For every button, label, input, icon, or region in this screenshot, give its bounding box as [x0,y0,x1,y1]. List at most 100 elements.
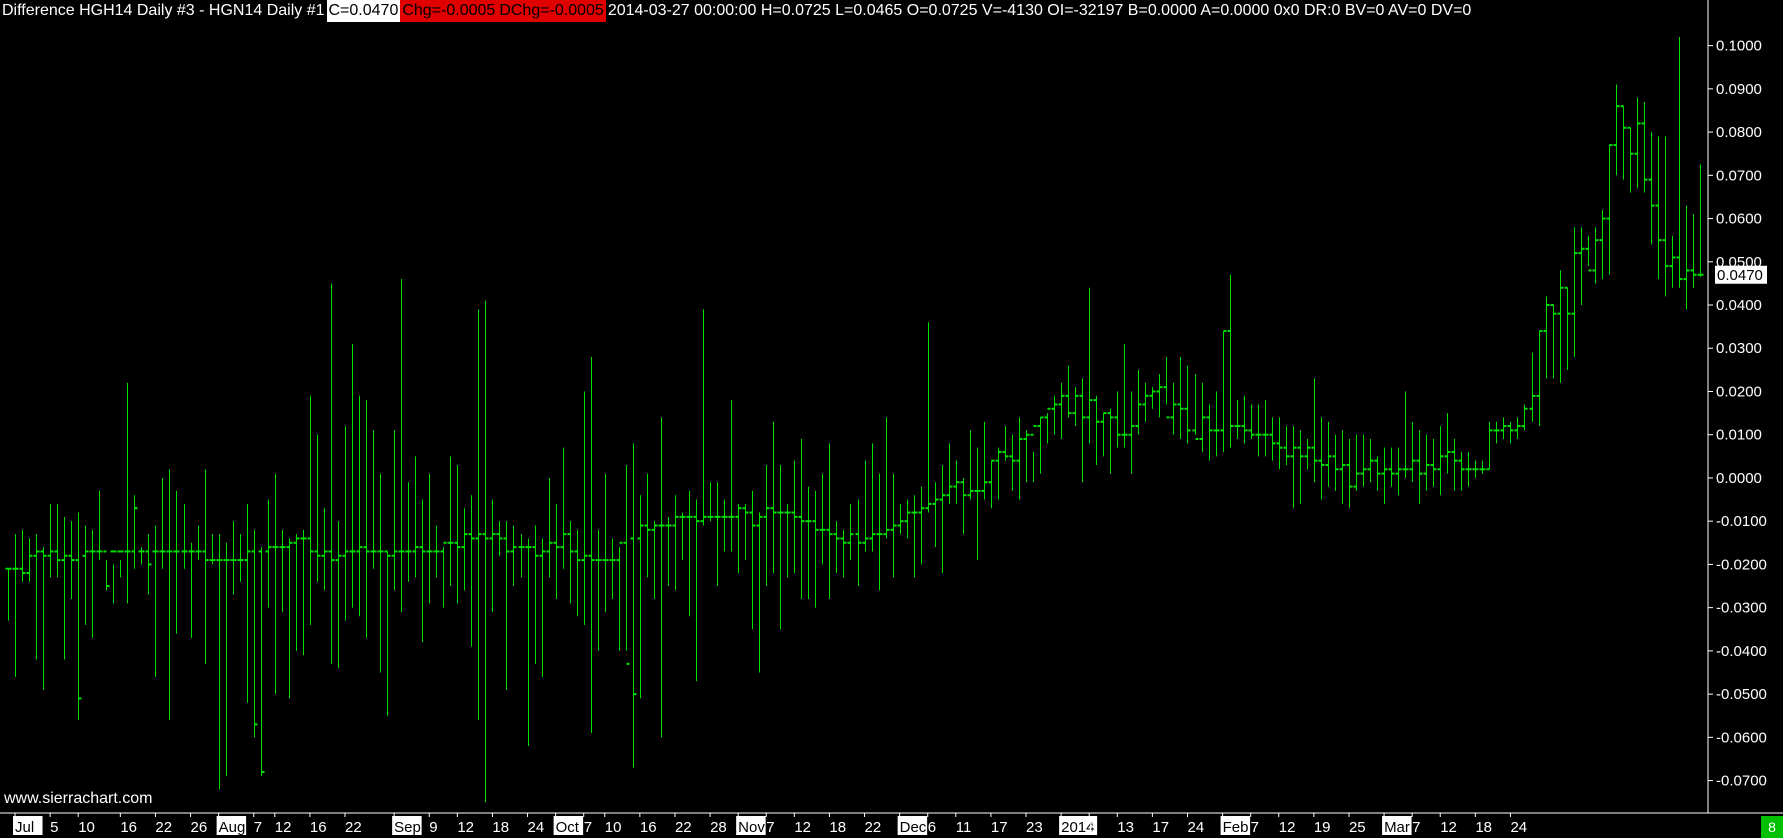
ohlc-bar [756,512,763,673]
ohlc-bar [819,473,826,565]
ohlc-bar [658,417,665,738]
ohlc-bar [1697,164,1704,277]
y-tick-label: 0.1000 [1716,38,1762,55]
ohlc-bar [967,430,974,500]
ohlc-bar [1578,227,1585,306]
y-tick-label: 0.0000 [1716,470,1762,487]
price-chart[interactable]: 0.10000.09000.08000.07000.06000.05000.04… [0,0,1783,838]
x-tick-label: 10 [78,819,95,836]
ohlc-bar [223,542,230,777]
ohlc-bar [567,521,574,604]
ohlc-bar [869,443,876,552]
ohlc-bar [412,456,419,578]
ohlc-bar [1571,227,1578,357]
x-tick-label: 24 [1187,819,1204,836]
ohlc-bar [475,309,482,721]
ohlc-bar [707,482,714,522]
ohlc-bar [911,495,918,578]
x-tick-label: 24 [1510,819,1527,836]
ohlc-bar [349,343,356,608]
x-tick-label: 12 [1440,819,1457,836]
ohlc-bar [482,300,489,803]
ohlc-bar [181,503,188,569]
ohlc-bar [293,534,300,651]
ohlc-bar [307,395,314,625]
ohlc-bar [1486,421,1493,471]
ohlc-bar [1121,343,1128,448]
ohlc-bar [1592,227,1599,284]
ohlc-bar [1072,387,1079,427]
ohlc-bar [300,529,307,656]
y-tick-label: 0.0200 [1716,383,1762,400]
ohlc-bar [1472,460,1479,478]
ohlc-bar [1521,404,1528,431]
x-tick-label: 22 [675,819,692,836]
x-tick-label: Sep [394,819,421,836]
ohlc-bar [890,473,897,578]
ohlc-bar [574,529,581,617]
x-tick-label: 19 [1314,819,1331,836]
ohlc-bar [623,464,630,665]
ohlc-bar [384,550,391,716]
ohlc-bar [1009,434,1016,491]
ohlc-bar [953,460,960,504]
y-tick-label: 0.0600 [1716,211,1762,228]
ohlc-bar [279,529,286,612]
ohlc-bar [1192,374,1199,441]
x-tick-label: 28 [710,819,727,836]
ohlc-bar [216,534,223,790]
ohlc-bar [1662,136,1669,297]
ohlc-bar [960,477,967,535]
ohlc-bar [883,417,890,539]
ohlc-bar [1023,430,1030,483]
ohlc-bar [103,550,110,591]
x-tick-label: 26 [191,819,208,836]
ohlc-bar [1493,421,1500,444]
ohlc-bar [1613,84,1620,176]
x-tick-label: 16 [310,819,327,836]
ohlc-bar [1479,460,1486,474]
ohlc-bar [855,499,862,587]
ohlc-bar [749,490,756,630]
ohlc-bar [1557,270,1564,383]
ohlc-bar [1416,430,1423,504]
ohlc-bar [1690,214,1697,288]
y-tick-label: -0.0500 [1716,686,1767,703]
ohlc-bar [700,309,707,526]
ohlc-bar [1318,417,1325,500]
ohlc-bar [974,447,981,561]
ohlc-bar [904,499,911,539]
ohlc-bar [230,521,237,595]
x-tick-label: 12 [275,819,292,836]
x-tick-label: 7 [584,819,592,836]
ohlc-bar [735,503,742,574]
x-tick-label: 13 [1117,819,1134,836]
ohlc-bar [1227,274,1234,448]
ohlc-bar [812,490,819,608]
x-tick-label: 22 [155,819,172,836]
ohlc-bar [728,400,735,552]
ohlc-bar [96,490,103,561]
ohlc-bar [391,430,398,591]
x-tick-label: Aug [219,819,246,836]
y-tick-label: -0.0100 [1716,513,1767,530]
ohlc-bar [588,356,595,734]
ohlc-bar [651,521,658,599]
last-value-label: 0.0470 [1717,267,1763,284]
y-tick-label: 0.0400 [1716,297,1762,314]
ohlc-bar [138,547,145,565]
ohlc-bar [1451,439,1458,491]
y-tick-label: 0.0900 [1716,81,1762,98]
ohlc-bar [1550,304,1557,379]
ohlc-bar [321,508,328,591]
ohlc-bar [518,534,525,578]
x-tick-label: 22 [865,819,882,836]
ohlc-bar [686,490,693,617]
ohlc-bar [1332,434,1339,491]
ohlc-bar [89,529,96,638]
corner-badge[interactable]: 8 [1761,816,1783,838]
x-tick-label: 12 [457,819,474,836]
y-tick-label: -0.0200 [1716,556,1767,573]
ohlc-bar [1458,452,1465,491]
ohlc-bar [61,516,68,660]
